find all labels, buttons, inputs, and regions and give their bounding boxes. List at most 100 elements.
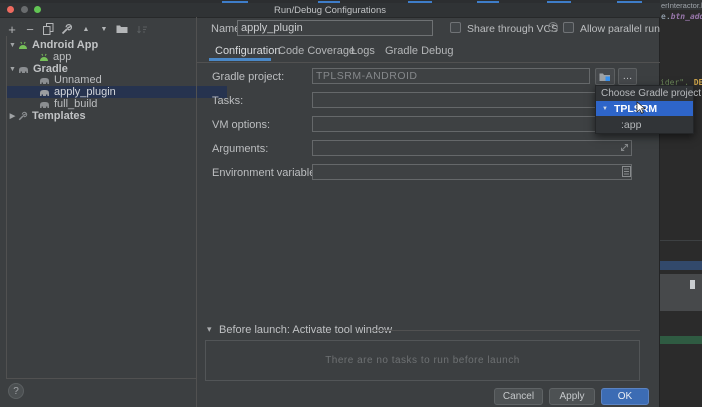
gradle-project-label: Gradle project:: [212, 71, 284, 83]
tree-item-label: Android App: [32, 39, 98, 51]
add-configuration-button[interactable]: +: [5, 22, 19, 36]
tree-item-unnamed[interactable]: Unnamed: [7, 74, 227, 86]
folder-blue-icon: [599, 72, 611, 82]
browse-button[interactable]: …: [618, 68, 637, 85]
chevron-right-icon[interactable]: ▶: [7, 112, 18, 120]
minus-icon: −: [26, 23, 34, 36]
sort-icon: [137, 24, 148, 35]
copy-icon: [43, 23, 54, 35]
choose-gradle-project-button[interactable]: [595, 68, 615, 85]
tree-item-label: app: [53, 51, 71, 63]
allow-parallel-label: Allow parallel run: [580, 23, 660, 35]
tree-item-full-build[interactable]: full_build: [7, 98, 227, 110]
env-vars-list-icon[interactable]: [622, 166, 631, 177]
create-folder-button[interactable]: [115, 22, 129, 36]
move-up-button[interactable]: ▲: [79, 22, 93, 36]
tree-item-android-app[interactable]: ▼ Android App: [7, 39, 195, 51]
allow-parallel-checkbox[interactable]: [563, 22, 574, 33]
before-launch-panel: There are no tasks to run before launch: [205, 340, 640, 381]
gradle-icon: [39, 76, 50, 85]
share-vcs-label: Share through VCS: [467, 23, 558, 35]
tasks-input[interactable]: [312, 92, 632, 108]
move-down-icon: ▼: [101, 26, 108, 33]
tab-gradle-debug[interactable]: Gradle Debug: [385, 45, 454, 57]
active-tab-underline: [209, 58, 271, 61]
ok-button[interactable]: OK: [601, 388, 649, 405]
question-icon: ?: [13, 386, 19, 397]
code-property: btn_add_a_: [671, 12, 702, 21]
copy-configuration-button[interactable]: [41, 22, 55, 36]
editor-diff-added-line: [660, 336, 702, 344]
share-vcs-checkbox[interactable]: [450, 22, 461, 33]
editor-popup-fragment: [660, 274, 702, 311]
dropdown-item-label: :app: [596, 119, 641, 131]
dialog-titlebar[interactable]: Run/Debug Configurations: [0, 3, 660, 18]
gradle-project-input[interactable]: [312, 68, 590, 84]
code-constant: DEFAU: [694, 78, 702, 87]
tasks-label: Tasks:: [212, 95, 243, 107]
before-launch-collapse-icon[interactable]: ▾: [207, 324, 212, 335]
folder-icon: [116, 24, 128, 34]
dialog-title: Run/Debug Configurations: [0, 5, 660, 16]
tree-item-templates[interactable]: ▶ Templates: [7, 110, 195, 122]
apply-button[interactable]: Apply: [549, 388, 595, 405]
tree-item-label: full_build: [54, 98, 97, 110]
tree-item-app[interactable]: app: [7, 51, 227, 63]
cancel-button[interactable]: Cancel: [494, 388, 543, 405]
android-icon: [39, 53, 49, 62]
tree-item-label: Unnamed: [54, 74, 102, 86]
arguments-input[interactable]: [312, 140, 632, 156]
panel-separator: [196, 17, 197, 407]
question-icon: ?: [551, 24, 555, 31]
editor-strip: erInteractor.kt e.btn_add_a_ ider", DEFA…: [660, 0, 702, 407]
before-launch-title: Before launch: Activate tool window: [219, 324, 392, 336]
env-vars-label: Environment variables:: [212, 167, 324, 179]
dropdown-header: Choose Gradle project: [596, 86, 693, 101]
tree-item-label: Templates: [32, 110, 86, 122]
editor-tab-label: erInteractor.kt: [661, 1, 702, 10]
editor-selected-line: [660, 261, 702, 270]
chevron-down-icon[interactable]: ▼: [7, 66, 18, 73]
wrench-icon: [61, 23, 73, 35]
tree-item-apply-plugin[interactable]: apply_plugin: [7, 86, 227, 98]
help-button[interactable]: ?: [8, 383, 24, 399]
sort-configurations-button[interactable]: [135, 22, 149, 36]
code-receiver: e.: [661, 12, 671, 21]
gradle-icon: [39, 88, 50, 97]
name-input[interactable]: [237, 20, 433, 36]
dropdown-item-app[interactable]: :app: [596, 116, 693, 133]
dropdown-item-label: TPLSRM: [608, 103, 657, 115]
mouse-cursor: [636, 101, 648, 115]
vm-options-input[interactable]: [312, 116, 632, 132]
plus-icon: +: [8, 23, 16, 36]
chevron-down-icon: ▼: [596, 106, 608, 112]
run-debug-configurations-dialog: Run/Debug Configurations + − ▲ ▼: [0, 3, 660, 407]
tab-logs[interactable]: Logs: [351, 45, 375, 57]
expand-field-icon[interactable]: [620, 143, 629, 152]
remove-configuration-button[interactable]: −: [23, 22, 37, 36]
screen: erInteractor.kt e.btn_add_a_ ider", DEFA…: [0, 0, 702, 407]
env-vars-input[interactable]: [312, 164, 632, 180]
tab-code-coverage[interactable]: Code Coverage: [278, 45, 355, 57]
tab-configuration[interactable]: Configuration: [215, 45, 280, 57]
before-launch-rule: [372, 330, 640, 331]
android-icon: [18, 41, 28, 50]
vm-options-label: VM options:: [212, 119, 270, 131]
wrench-icon: [18, 111, 28, 121]
share-vcs-help-icon[interactable]: ?: [548, 22, 558, 32]
chevron-down-icon[interactable]: ▼: [7, 42, 18, 49]
editor-divider: [660, 240, 702, 241]
tabs-divider: [197, 62, 660, 63]
ellipsis-icon: …: [623, 72, 633, 82]
gradle-icon: [39, 100, 50, 109]
tree-item-label: apply_plugin: [54, 86, 116, 98]
gradle-icon: [18, 65, 29, 74]
before-launch-empty-message: There are no tasks to run before launch: [325, 355, 520, 366]
dropdown-header-label: Choose Gradle project: [596, 88, 701, 99]
editor-tab[interactable]: erInteractor.kt: [660, 0, 702, 10]
arguments-label: Arguments:: [212, 143, 268, 155]
move-down-button[interactable]: ▼: [97, 22, 111, 36]
code-line: e.btn_add_a_: [661, 12, 702, 21]
move-up-icon: ▲: [83, 26, 90, 33]
edit-defaults-button[interactable]: [60, 22, 74, 36]
